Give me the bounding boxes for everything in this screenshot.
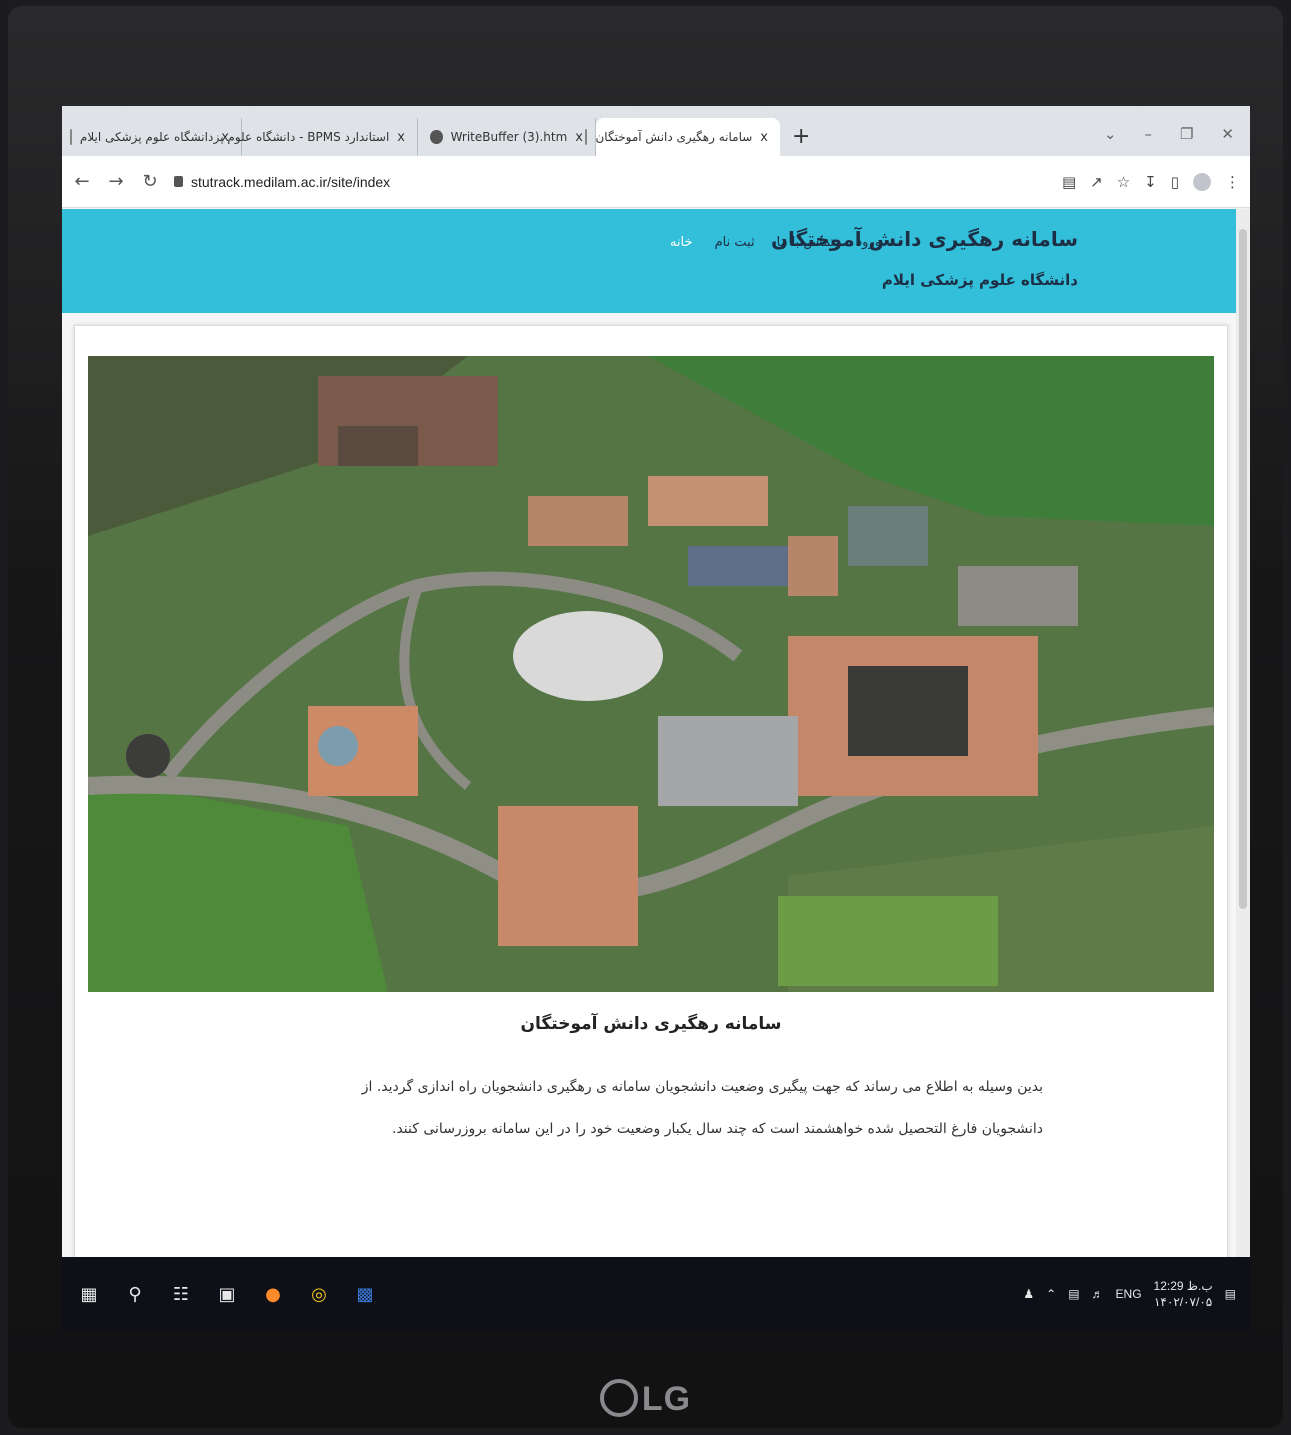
sidepanel-icon[interactable]: ▯ bbox=[1171, 173, 1179, 191]
windows-start-icon[interactable]: ▦ bbox=[76, 1281, 102, 1307]
browser-tabstrip: x دانشگاه علوم پزشکی ایلام x استاندارد B… bbox=[62, 106, 1250, 156]
profile-avatar-icon[interactable] bbox=[1193, 172, 1211, 191]
address-bar[interactable]: stutrack.medilam.ac.ir/site/index bbox=[174, 174, 390, 190]
word-icon[interactable]: ▩ bbox=[352, 1281, 378, 1307]
back-icon[interactable]: ← bbox=[72, 171, 92, 192]
tab-title: استاندارد BPMS - دانشگاه علوم پز bbox=[213, 130, 390, 144]
new-tab-button[interactable]: + bbox=[780, 118, 822, 156]
brand-text: LG bbox=[641, 1379, 692, 1418]
restore-icon[interactable]: ❐ bbox=[1180, 125, 1193, 143]
toolbar-icons: ▤ ↗ ☆ ↧ ▯ ⋮ bbox=[1062, 172, 1240, 191]
nav-link-login[interactable]: ورود bbox=[856, 235, 881, 250]
content-card: سامانه رهگیری دانش آموختگان بدین وسیله ب… bbox=[74, 325, 1228, 1267]
language-indicator[interactable]: ENG bbox=[1116, 1287, 1142, 1301]
download-icon[interactable]: ↧ bbox=[1144, 173, 1157, 191]
window-controls: ⌄ – ❐ ✕ bbox=[1088, 112, 1250, 156]
web-page: سامانه رهگیری دانش آموختگان خانه ثبت نام… bbox=[62, 209, 1236, 1267]
nav-link-register[interactable]: ثبت نام bbox=[715, 235, 755, 250]
tab-title: دانشگاه علوم پزشکی ایلام bbox=[79, 130, 214, 144]
app-icon[interactable]: ▣ bbox=[214, 1281, 240, 1307]
lg-logo-icon bbox=[599, 1379, 638, 1417]
site-nav: خانه ثبت نام تماس با ما ورود bbox=[670, 235, 881, 250]
content-heading: سامانه رهگیری دانش آموختگان bbox=[520, 1014, 782, 1034]
task-view-icon[interactable]: ☷ bbox=[168, 1281, 194, 1307]
close-icon[interactable]: x bbox=[760, 130, 768, 145]
monitor-bezel: x دانشگاه علوم پزشکی ایلام x استاندارد B… bbox=[8, 6, 1283, 1428]
search-icon[interactable]: ⚲ bbox=[122, 1281, 148, 1307]
tab-title: WriteBuffer (3).htm bbox=[450, 130, 568, 144]
chevron-down-icon[interactable]: ⌄ bbox=[1104, 125, 1117, 143]
chrome-icon[interactable]: ◎ bbox=[306, 1281, 332, 1307]
monitor-brand-logo: LG bbox=[8, 1379, 1283, 1420]
lock-icon bbox=[174, 176, 183, 187]
minimize-icon[interactable]: – bbox=[1144, 125, 1152, 143]
notification-icon[interactable]: ▤ bbox=[1225, 1287, 1236, 1301]
url-text: stutrack.medilam.ac.ir/site/index bbox=[191, 173, 391, 190]
nav-link-home[interactable]: خانه bbox=[670, 235, 693, 250]
page-scrollbar[interactable] bbox=[1236, 209, 1250, 1257]
tab-2[interactable]: x استاندارد BPMS - دانشگاه علوم پز bbox=[214, 118, 418, 156]
network-icon[interactable]: ▤ bbox=[1068, 1287, 1079, 1301]
screen: x دانشگاه علوم پزشکی ایلام x استاندارد B… bbox=[62, 106, 1250, 1331]
volume-icon[interactable]: ♬ bbox=[1092, 1287, 1104, 1301]
campus-aerial-photo bbox=[88, 356, 1214, 992]
tab-4-active[interactable]: x سامانه رهگیری دانش آموختگان bbox=[585, 118, 780, 156]
reload-icon[interactable]: ↻ bbox=[140, 171, 160, 192]
campus-photo-drawing bbox=[88, 356, 1214, 992]
clock-date: ۱۴۰۲/۰۷/۰۵ bbox=[1153, 1295, 1213, 1309]
nav-link-contact[interactable]: تماس با ما bbox=[777, 235, 835, 250]
menu-icon[interactable]: ⋮ bbox=[1225, 173, 1240, 191]
firefox-icon[interactable]: ● bbox=[260, 1281, 286, 1307]
chevron-up-icon[interactable]: ⌃ bbox=[1046, 1287, 1056, 1301]
close-icon[interactable]: x bbox=[397, 130, 405, 145]
clock[interactable]: 12:29 ب.ظ ۱۴۰۲/۰۷/۰۵ bbox=[1154, 1278, 1213, 1310]
translate-icon[interactable]: ▤ bbox=[1062, 173, 1076, 191]
browser-toolbar: ← → ↻ stutrack.medilam.ac.ir/site/index … bbox=[62, 156, 1250, 208]
tab-title: سامانه رهگیری دانش آموختگان bbox=[595, 130, 753, 144]
window-close-icon[interactable]: ✕ bbox=[1221, 125, 1234, 143]
site-subtitle: دانشگاه علوم پزشکی ایلام bbox=[881, 271, 1078, 289]
windows-taskbar: ▦ ⚲ ☷ ▣ ● ◎ ▩ ♟ ⌃ ▤ ♬ ENG 12:29 ب.ظ ۱۴۰۲… bbox=[62, 1257, 1250, 1331]
scroll-thumb[interactable] bbox=[1239, 229, 1247, 909]
globe-icon bbox=[430, 130, 443, 144]
clock-time: 12:29 ب.ظ bbox=[1153, 1279, 1213, 1293]
people-icon[interactable]: ♟ bbox=[1023, 1287, 1034, 1301]
site-header: سامانه رهگیری دانش آموختگان خانه ثبت نام… bbox=[62, 209, 1236, 313]
bell-icon bbox=[69, 129, 72, 145]
forward-icon[interactable]: → bbox=[106, 171, 126, 192]
share-icon[interactable]: ↗ bbox=[1090, 173, 1103, 191]
close-icon[interactable]: x bbox=[575, 130, 583, 145]
content-paragraph: بدین وسیله به اطلاع می رساند که جهت پیگی… bbox=[361, 1079, 1043, 1137]
tab-3[interactable]: x WriteBuffer (3).htm bbox=[418, 118, 596, 156]
system-tray: ♟ ⌃ ▤ ♬ ENG 12:29 ب.ظ ۱۴۰۲/۰۷/۰۵ ▤ bbox=[1023, 1278, 1236, 1310]
star-icon[interactable]: ☆ bbox=[1117, 173, 1130, 191]
